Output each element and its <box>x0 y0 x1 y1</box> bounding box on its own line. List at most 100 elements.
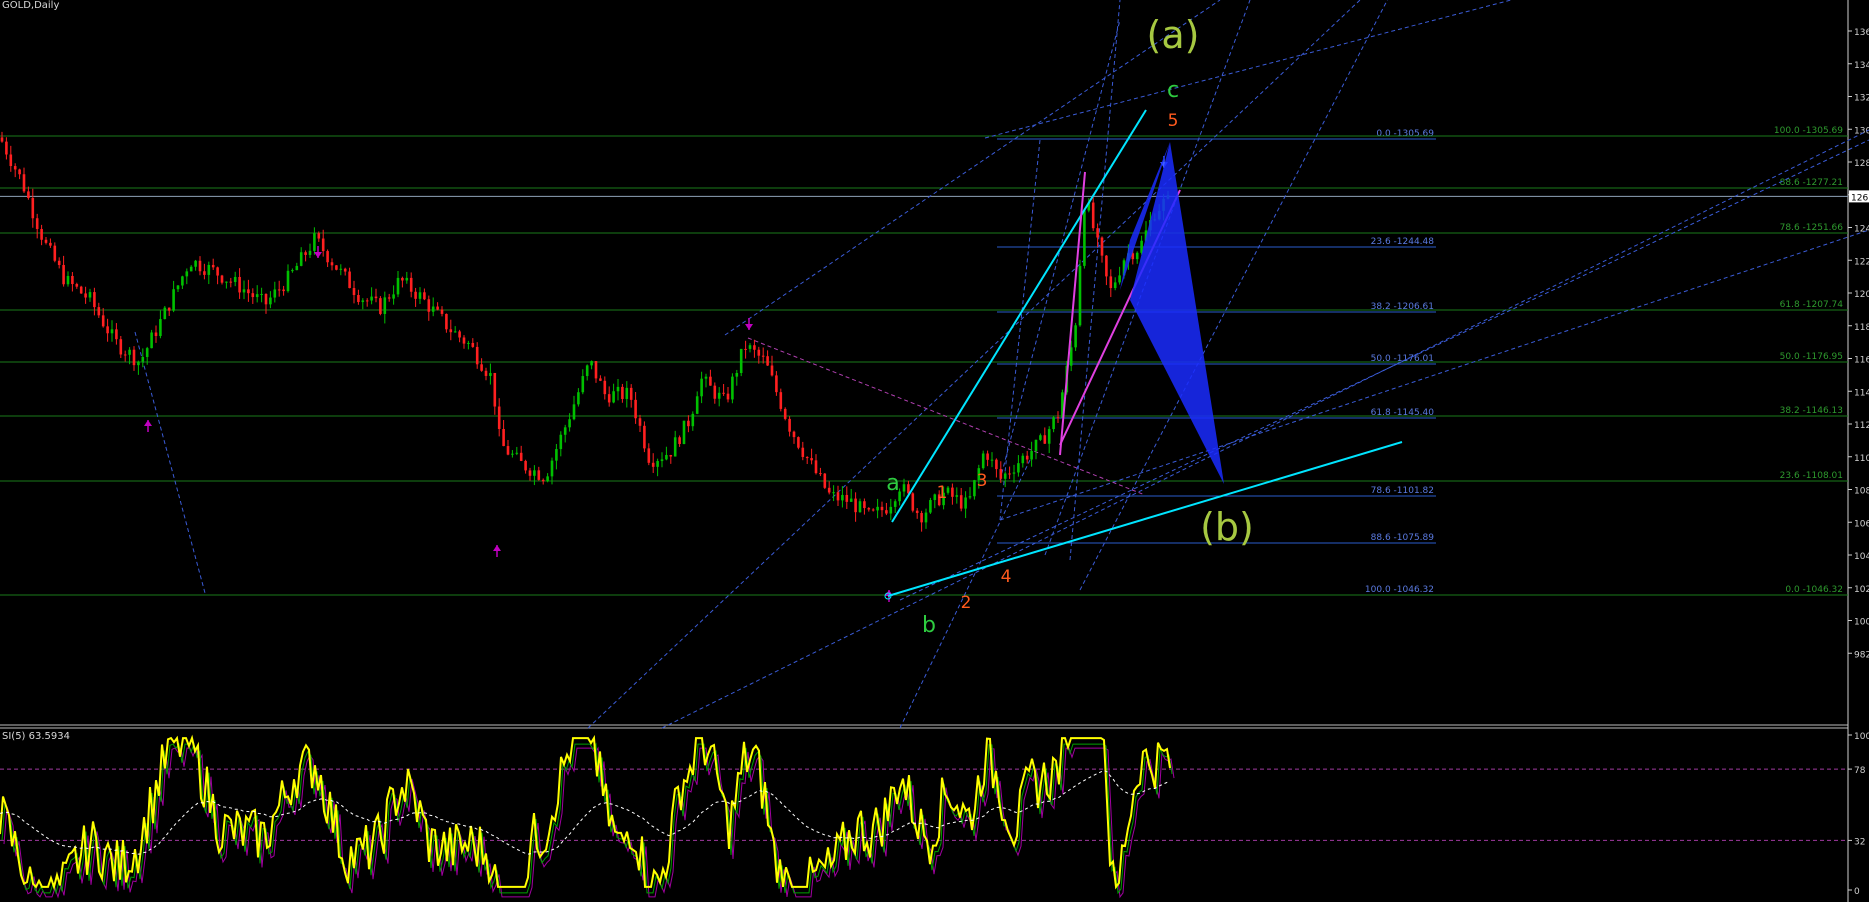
candle-body <box>71 275 74 285</box>
candle-body <box>458 331 461 338</box>
candle-body <box>357 295 360 303</box>
candle <box>621 383 624 403</box>
wave-label: c <box>1167 78 1179 103</box>
candle-body <box>924 512 928 523</box>
candle <box>370 287 373 305</box>
candle <box>335 265 338 271</box>
candle-body <box>572 404 576 420</box>
candle-body <box>858 501 862 513</box>
candle <box>537 466 541 481</box>
candle <box>629 384 633 408</box>
candle-body <box>308 250 312 255</box>
candle <box>682 420 686 445</box>
candle <box>687 415 690 433</box>
candle-body <box>590 361 593 366</box>
candle <box>801 441 805 461</box>
candle-body <box>123 354 127 356</box>
candle <box>1003 471 1007 488</box>
candle-body <box>753 345 756 350</box>
candle-body <box>335 265 338 270</box>
candle <box>1047 426 1051 454</box>
candle-body <box>172 289 175 311</box>
candle-body <box>1047 429 1051 444</box>
candle <box>13 163 17 178</box>
candle-body <box>533 470 536 476</box>
candle-body <box>739 348 743 373</box>
candle-body <box>959 495 963 509</box>
candle <box>203 263 206 280</box>
price-chart[interactable]: 1362134213221302128212621242122212021182… <box>0 0 1869 902</box>
candle <box>986 450 989 467</box>
candle <box>1078 259 1082 327</box>
fib-label-right: 100.0 -1305.69 <box>1774 126 1843 136</box>
y-tick-label: 1022 <box>1854 585 1869 595</box>
candle <box>704 373 708 388</box>
candle <box>924 508 928 529</box>
candle <box>40 224 43 246</box>
candle-body <box>93 292 96 308</box>
y-tick-label: 1122 <box>1854 421 1869 431</box>
indicator-tick-label: 100 <box>1854 732 1869 742</box>
fib-label: 100.0 -1046.32 <box>1365 585 1434 595</box>
candle-body <box>506 446 510 455</box>
y-tick-label: 1242 <box>1854 225 1869 235</box>
candle <box>277 280 281 297</box>
candle-body <box>207 264 211 275</box>
candle <box>911 492 915 513</box>
candle-body <box>53 245 57 261</box>
candle <box>880 501 884 517</box>
candle <box>594 361 598 383</box>
candle <box>964 491 967 519</box>
current-price-tag: 1261 <box>1851 193 1869 203</box>
candle-body <box>599 378 602 381</box>
candle <box>515 446 519 456</box>
candle <box>475 342 479 369</box>
candle-body <box>1034 439 1038 452</box>
candle <box>440 306 444 317</box>
candle-body <box>75 284 79 287</box>
candle <box>775 371 778 396</box>
candle <box>88 288 92 302</box>
candle <box>612 383 615 404</box>
candle <box>339 264 343 276</box>
candle-body <box>731 376 734 400</box>
candle-body <box>286 270 290 292</box>
candle <box>1052 416 1055 433</box>
candle-body <box>1105 255 1108 277</box>
candle-body <box>379 298 382 314</box>
candle <box>1105 255 1108 286</box>
wave-label: (b) <box>1200 505 1254 549</box>
candle-body <box>440 309 444 314</box>
candle-body <box>409 277 413 292</box>
candle <box>286 264 290 293</box>
candle <box>968 487 972 500</box>
candle <box>770 355 774 377</box>
candle-body <box>709 376 712 386</box>
candle <box>273 281 277 303</box>
candle-body <box>35 218 39 229</box>
candle-body <box>805 456 809 459</box>
candle <box>625 381 629 408</box>
candle <box>735 369 739 386</box>
y-tick-label: 1282 <box>1854 159 1869 169</box>
candle-body <box>1113 282 1117 289</box>
candle-body <box>189 266 193 272</box>
candle-body <box>863 501 866 509</box>
candle-body <box>779 392 783 409</box>
fib-label: 88.6 -1075.89 <box>1371 533 1435 543</box>
candle-body <box>951 487 954 497</box>
candle-body <box>423 292 426 300</box>
dashed-trendline <box>1069 0 1121 561</box>
candle-body <box>330 262 334 266</box>
candle-body <box>181 276 184 286</box>
candle-body <box>643 425 646 449</box>
candle-body <box>594 361 598 379</box>
candle-body <box>792 431 796 438</box>
candle <box>436 302 439 311</box>
candle-body <box>216 267 219 276</box>
candle <box>167 307 171 316</box>
candle-body <box>541 479 545 482</box>
candle <box>845 486 849 509</box>
candle <box>929 497 932 514</box>
candle <box>115 323 118 345</box>
